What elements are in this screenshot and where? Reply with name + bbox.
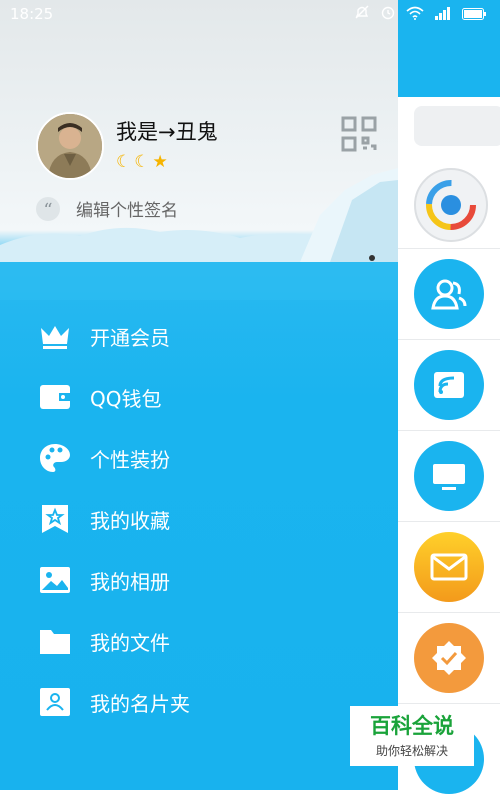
- qr-code-icon[interactable]: [341, 116, 377, 156]
- mute-icon: [354, 4, 370, 24]
- signature-text[interactable]: 编辑个性签名: [76, 196, 178, 221]
- clock: 18:25: [10, 5, 54, 23]
- level-badges[interactable]: ☾ ☾ ★: [116, 152, 168, 172]
- menu-item-favorites[interactable]: 我的收藏: [38, 496, 368, 542]
- subscription-icon: [414, 350, 484, 420]
- list-item[interactable]: [398, 431, 500, 522]
- signature-row[interactable]: “ 编辑个性签名: [36, 196, 178, 221]
- watermark-title: 百科全说: [370, 714, 454, 738]
- signal-icon: [434, 5, 452, 24]
- status-bar: 18:25: [0, 0, 500, 28]
- wallet-icon: [38, 380, 72, 414]
- photo-album-icon: [38, 563, 72, 597]
- certified-icon: [414, 623, 484, 693]
- mail-icon: [414, 532, 484, 602]
- wifi-icon: [406, 5, 424, 24]
- quote-icon: “: [36, 196, 60, 221]
- profile-header[interactable]: 我是→丑鬼 ☾ ☾ ★: [36, 112, 377, 182]
- menu-item-album[interactable]: 我的相册: [38, 557, 368, 603]
- search-input[interactable]: [414, 106, 500, 146]
- contacts-icon: [414, 259, 484, 329]
- list-item[interactable]: [398, 340, 500, 431]
- battery-icon: [462, 5, 486, 24]
- palette-icon: [38, 441, 72, 475]
- avatar[interactable]: [36, 112, 104, 180]
- star-icon: ★: [152, 152, 168, 172]
- main-content-peek[interactable]: [398, 0, 500, 794]
- watermark: 百科全说 助你轻松解决: [350, 706, 474, 766]
- business-card-icon: [38, 685, 72, 719]
- menu-item-theme[interactable]: 个性装扮: [38, 435, 368, 481]
- menu-item-vip[interactable]: 开通会员: [38, 313, 368, 359]
- list-item[interactable]: [398, 158, 500, 249]
- alarm-icon: [380, 4, 396, 24]
- moon-icon: ☾: [116, 152, 132, 172]
- qq-group-app-icon: [414, 168, 488, 242]
- menu-item-files[interactable]: 我的文件: [38, 618, 368, 664]
- moon-icon: ☾: [134, 152, 150, 172]
- folder-icon: [38, 624, 72, 658]
- nickname[interactable]: 我是→丑鬼: [116, 116, 218, 146]
- side-drawer: 我是→丑鬼 ☾ ☾ ★ “ 编辑个性签名 开通会员 QQ钱包 个性装扮 我的收藏…: [0, 0, 398, 790]
- watermark-subtitle: 助你轻松解决: [375, 744, 448, 758]
- menu-item-cards[interactable]: 我的名片夹: [38, 679, 368, 725]
- menu-item-wallet[interactable]: QQ钱包: [38, 374, 368, 420]
- desktop-icon: [414, 441, 484, 511]
- favorites-icon: [38, 502, 72, 536]
- crown-icon: [38, 319, 72, 353]
- list-item[interactable]: [398, 613, 500, 704]
- list-item[interactable]: [398, 249, 500, 340]
- list-item[interactable]: [398, 522, 500, 613]
